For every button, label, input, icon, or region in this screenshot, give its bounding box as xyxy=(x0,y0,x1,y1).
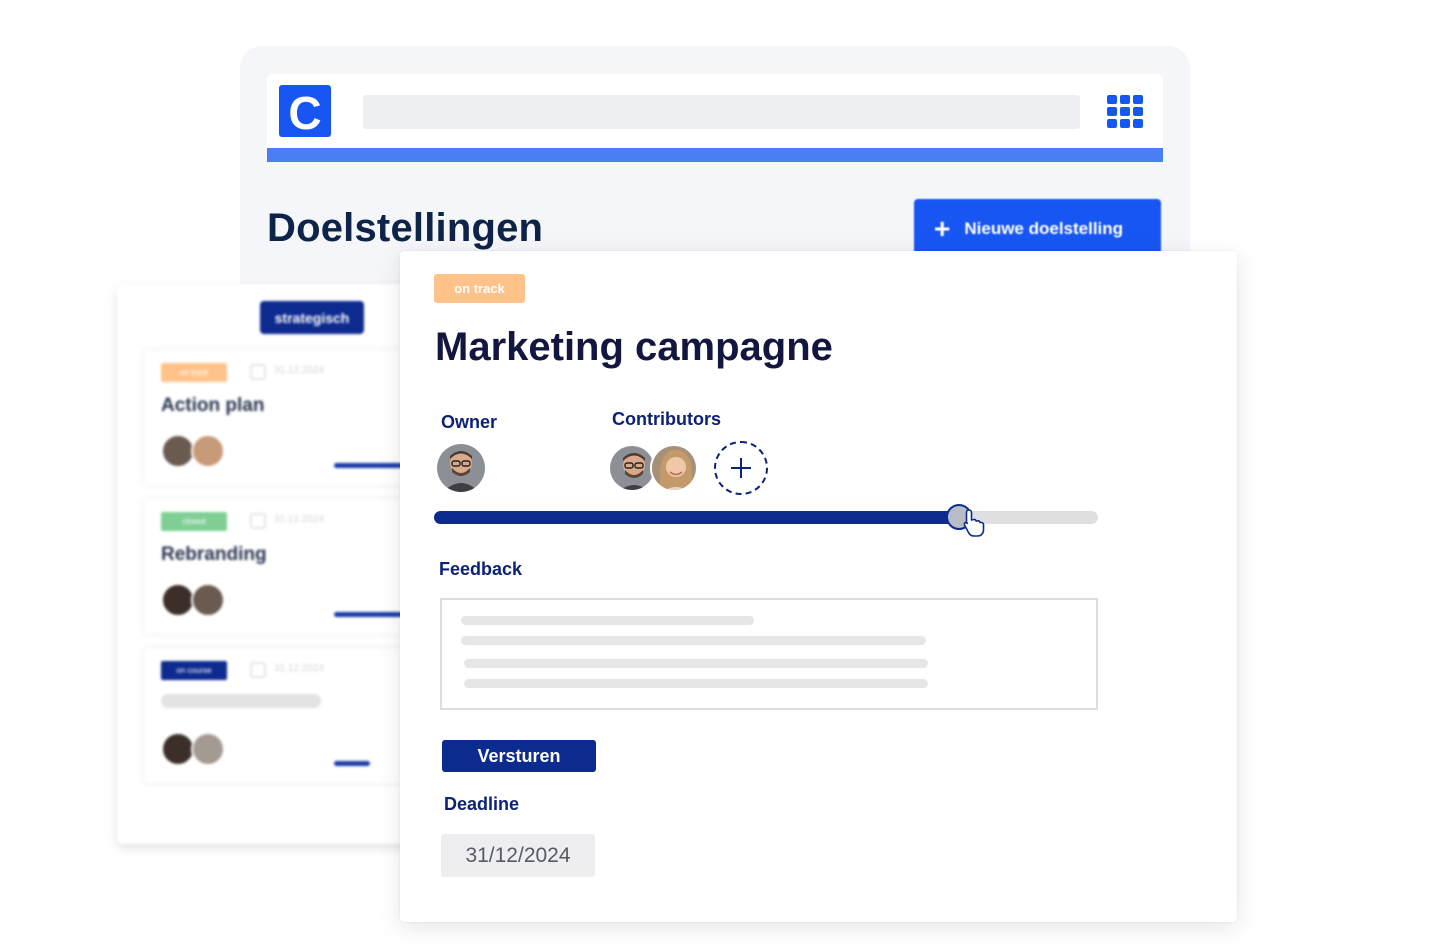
calendar-icon xyxy=(250,513,266,529)
status-badge: on track xyxy=(434,274,525,303)
feedback-textarea[interactable] xyxy=(440,598,1098,710)
progress-fill xyxy=(434,511,959,524)
page-title: Doelstellingen xyxy=(267,206,544,250)
goal-name: Action plan xyxy=(161,395,265,416)
goal-progress-bar xyxy=(334,612,404,617)
goal-date: 31.12.2024 xyxy=(274,663,325,674)
plus-icon xyxy=(731,458,751,478)
deadline-field[interactable]: 31/12/2024 xyxy=(441,834,595,877)
add-contributor-button[interactable] xyxy=(714,441,768,495)
goal-progress-bar xyxy=(334,761,370,766)
strategic-tag[interactable]: strategisch xyxy=(260,301,364,334)
apps-grid-icon[interactable] xyxy=(1107,95,1144,130)
owner-avatar[interactable] xyxy=(437,444,485,492)
goal-avatars xyxy=(161,583,225,617)
avatar xyxy=(161,732,195,766)
calendar-icon xyxy=(250,662,266,678)
pointer-cursor-icon xyxy=(963,509,985,537)
header-accent-line xyxy=(267,148,1163,162)
avatar xyxy=(191,434,225,468)
goal-card[interactable]: on course 31.12.2024 xyxy=(144,648,424,783)
status-badge: on course xyxy=(161,661,227,680)
goal-name-placeholder xyxy=(161,694,321,708)
plus-icon: + xyxy=(934,213,951,244)
contributor-avatar[interactable] xyxy=(650,444,698,492)
status-badge: on track xyxy=(161,363,227,382)
top-navigation-bar: C xyxy=(267,74,1163,162)
logo-letter: C xyxy=(288,87,321,137)
calendar-icon xyxy=(250,364,266,380)
goal-date: 31.12.2024 xyxy=(274,365,325,376)
avatar xyxy=(161,583,195,617)
contributors-label: Contributors xyxy=(612,409,721,429)
goal-detail-card: on track Marketing campagne Owner Contri… xyxy=(400,251,1237,922)
progress-slider[interactable] xyxy=(434,504,1098,530)
app-logo-icon[interactable]: C xyxy=(279,85,331,139)
owner-label: Owner xyxy=(441,412,498,432)
avatar xyxy=(191,583,225,617)
goal-card[interactable]: on track 31.12.2024 Action plan xyxy=(144,350,424,485)
new-goal-button[interactable]: + Nieuwe doelstelling xyxy=(914,199,1161,259)
goal-title: Marketing campagne xyxy=(435,325,833,369)
submit-button[interactable]: Versturen xyxy=(442,740,596,772)
goals-list-panel: strategisch on track 31.12.2024 Action p… xyxy=(117,284,424,844)
goal-avatars xyxy=(161,732,225,766)
deadline-label: Deadline xyxy=(444,794,520,814)
goal-card[interactable]: closed 31.12.2024 Rebranding xyxy=(144,499,424,634)
new-goal-label: Nieuwe doelstelling xyxy=(964,219,1124,238)
contributor-avatar[interactable] xyxy=(608,444,656,492)
status-badge: closed xyxy=(161,512,227,531)
goal-avatars xyxy=(161,434,225,468)
goal-date: 31.12.2024 xyxy=(274,514,325,525)
search-bar[interactable] xyxy=(363,95,1080,129)
goal-progress-bar xyxy=(334,463,404,468)
goal-name: Rebranding xyxy=(161,544,267,565)
feedback-label: Feedback xyxy=(439,559,523,579)
avatar xyxy=(191,732,225,766)
avatar xyxy=(161,434,195,468)
